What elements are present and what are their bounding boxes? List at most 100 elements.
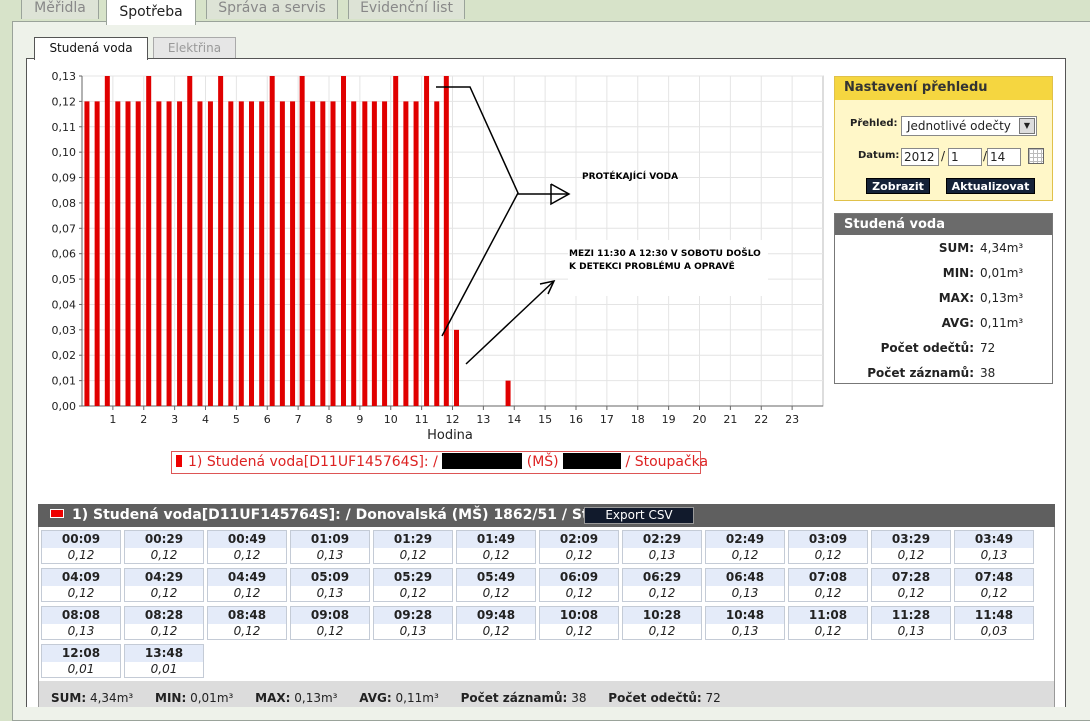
reading-value: 0,13 <box>399 624 427 638</box>
x-tick-label: 10 <box>384 413 398 426</box>
reading-cell: 09:28 0,13 <box>373 606 453 640</box>
summary-min-label: MIN: <box>155 691 187 705</box>
reading-cell: 10:08 0,12 <box>539 606 619 640</box>
summary-zaznamu-label: Počet záznamů: <box>460 691 568 705</box>
y-tick-label: 0,09 <box>52 172 77 185</box>
stat-value-pocet-zaznamu: 38 <box>980 366 996 380</box>
reading-time: 02:49 <box>706 531 784 548</box>
x-tick-label: 6 <box>264 413 271 426</box>
reading-time: 06:09 <box>540 569 618 586</box>
calendar-icon[interactable] <box>1028 148 1044 164</box>
summary-avg-value: 0,11m³ <box>395 691 439 705</box>
redacted-block <box>563 453 622 469</box>
reading-value: 0,13 <box>731 624 759 638</box>
reading-value: 0,13 <box>316 548 344 562</box>
reading-time: 01:49 <box>457 531 535 548</box>
date-month-input[interactable]: 1 <box>948 148 982 166</box>
reading-time: 09:08 <box>291 607 369 624</box>
reading-time: 01:29 <box>374 531 452 548</box>
reading-time: 06:48 <box>706 569 784 586</box>
reading-cell: 05:29 0,12 <box>373 568 453 602</box>
reading-value: 0,12 <box>565 548 593 562</box>
legend-suffix: / Stoupačka <box>625 454 709 470</box>
summary-bar: SUM: 4,34m³ MIN: 0,01m³ MAX: 0,13m³ AVG:… <box>38 681 1055 707</box>
reading-time: 04:49 <box>208 569 286 586</box>
prehled-select[interactable]: Jednotlivé odečty ▼ <box>901 116 1037 136</box>
tab-sprava-a-servis[interactable]: Správa a servis <box>206 0 338 19</box>
show-button[interactable]: Zobrazit <box>866 178 930 194</box>
reading-cell: 08:08 0,13 <box>41 606 121 640</box>
reading-value: 0,12 <box>67 548 95 562</box>
reading-value: 0,12 <box>565 624 593 638</box>
y-tick-label: 0,11 <box>52 121 77 134</box>
reading-time: 06:29 <box>623 569 701 586</box>
reading-cell: 08:48 0,12 <box>207 606 287 640</box>
reading-time: 12:08 <box>42 645 120 662</box>
refresh-button[interactable]: Aktualizovat <box>946 178 1035 194</box>
x-tick-label: 3 <box>171 413 178 426</box>
reading-time: 11:48 <box>955 607 1033 624</box>
summary-avg-label: AVG: <box>359 691 392 705</box>
bar <box>434 101 440 406</box>
y-tick-label: 0,03 <box>52 324 77 337</box>
bar <box>371 101 377 406</box>
reading-value: 0,12 <box>233 586 261 600</box>
bar <box>310 101 316 406</box>
reading-time: 04:09 <box>42 569 120 586</box>
bar <box>330 101 336 406</box>
tab-evidencni-list[interactable]: Evidenční list <box>348 0 465 19</box>
date-day-input[interactable]: 14 <box>987 148 1021 166</box>
reading-value: 0,12 <box>233 624 261 638</box>
x-tick-label: 20 <box>693 413 707 426</box>
settings-title: Nastavení přehledu <box>835 77 1052 100</box>
x-tick-label: 19 <box>662 413 676 426</box>
reading-value: 0,01 <box>67 662 95 676</box>
x-tick-label: 4 <box>202 413 209 426</box>
reading-time: 02:09 <box>540 531 618 548</box>
subtab-studena-voda[interactable]: Studená voda <box>34 37 148 60</box>
tab-spotreba[interactable]: Spotřeba <box>106 0 196 25</box>
stat-value-min: 0,01m³ <box>980 266 1024 280</box>
reading-cell: 11:08 0,12 <box>788 606 868 640</box>
reading-cell: 03:49 0,13 <box>954 530 1034 564</box>
summary-odectu-label: Počet odečtů: <box>608 691 702 705</box>
bar <box>197 101 203 406</box>
reading-time: 03:09 <box>789 531 867 548</box>
bar <box>351 101 357 406</box>
reading-time: 05:29 <box>374 569 452 586</box>
readings-title: 1) Studená voda[D11UF145764S]: / Donoval… <box>72 507 655 523</box>
date-year-input[interactable]: 2012 <box>901 148 939 166</box>
reading-time: 11:08 <box>789 607 867 624</box>
reading-cell: 00:49 0,12 <box>207 530 287 564</box>
reading-value: 0,12 <box>482 548 510 562</box>
reading-cell: 00:29 0,12 <box>124 530 204 564</box>
y-tick-label: 0,04 <box>52 298 77 311</box>
reading-value: 0,13 <box>67 624 95 638</box>
bar <box>259 101 265 406</box>
stat-label-avg: AVG: <box>941 316 974 330</box>
annotation-text: MEZI 11:30 A 12:30 V SOBOTU DOŠLO <box>569 247 761 259</box>
reading-cell: 12:08 0,01 <box>41 644 121 678</box>
chevron-down-icon[interactable]: ▼ <box>1019 118 1035 134</box>
x-tick-label: 7 <box>295 413 302 426</box>
bar <box>146 76 152 406</box>
readings-grid: 00:09 0,12 00:29 0,12 00:49 0,12 01:09 0,13 01:2… <box>38 527 1055 681</box>
reading-time: 08:08 <box>42 607 120 624</box>
y-tick-label: 0,12 <box>52 95 77 108</box>
summary-max-label: MAX: <box>255 691 291 705</box>
reading-cell: 04:49 0,12 <box>207 568 287 602</box>
tab-meridla[interactable]: Měřidla <box>21 0 99 19</box>
readings-header: 1) Studená voda[D11UF145764S]: / Donoval… <box>38 504 1055 527</box>
subtab-elektrina[interactable]: Elektřina <box>153 37 236 59</box>
bar <box>413 101 419 406</box>
stats-panel: Studená voda SUM: 4,34m³ MIN: 0,01m³ MAX… <box>834 213 1053 384</box>
reading-time: 13:48 <box>125 645 203 662</box>
x-tick-label: 17 <box>600 413 614 426</box>
reading-value: 0,12 <box>150 624 178 638</box>
reading-cell: 08:28 0,12 <box>124 606 204 640</box>
main-tab-bar: Měřidla Spotřeba Správa a servis Evidenč… <box>0 0 1090 25</box>
bar <box>125 101 131 406</box>
chart-legend[interactable]: 1) Studená voda[D11UF145764S]: / (MŠ) / … <box>171 451 708 474</box>
export-csv-button[interactable]: Export CSV <box>584 507 694 524</box>
bar <box>299 76 305 406</box>
